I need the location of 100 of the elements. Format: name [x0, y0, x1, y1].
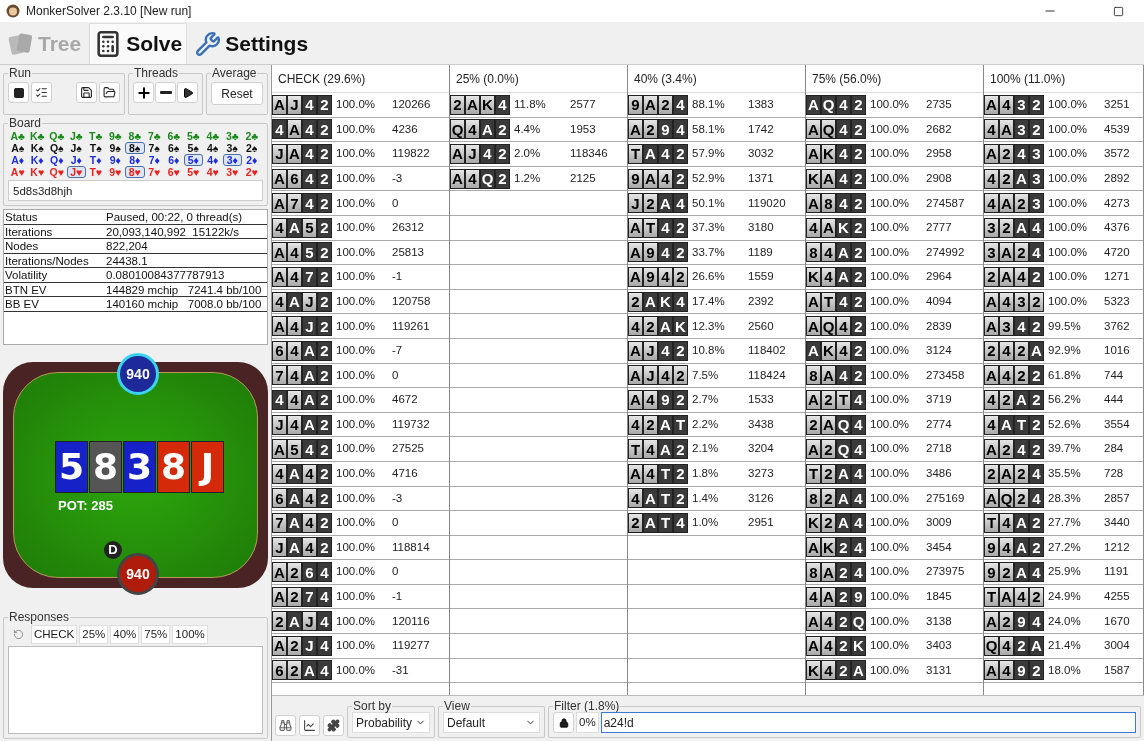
- undo-icon[interactable]: [13, 629, 24, 640]
- card: 2: [1014, 193, 1029, 214]
- board-card-toggle[interactable]: 2♥: [242, 166, 262, 178]
- board-input[interactable]: 5d8s3d8hjh: [8, 180, 263, 201]
- card: 4: [836, 193, 851, 214]
- response-button[interactable]: 25%: [79, 625, 109, 644]
- board-card-toggle[interactable]: 8♠: [125, 142, 145, 154]
- board-card-toggle[interactable]: A♠: [8, 142, 28, 154]
- board-card-toggle[interactable]: 5♠: [183, 142, 203, 154]
- board-card-toggle[interactable]: 6♥: [164, 166, 184, 178]
- frequency-cell-text: 100.0%: [1047, 146, 1088, 162]
- binoculars-button[interactable]: [275, 715, 296, 736]
- board-card-toggle[interactable]: 7♦: [144, 154, 164, 166]
- board-card-toggle[interactable]: T♠: [86, 142, 106, 154]
- reset-button[interactable]: Reset: [211, 82, 263, 105]
- board-card-toggle[interactable]: K♣: [27, 130, 47, 142]
- card: 4: [658, 144, 673, 164]
- board-card-toggle[interactable]: T♦: [86, 154, 106, 166]
- puzzle-button[interactable]: [323, 715, 344, 736]
- frequency-cell-text: 100.0%: [869, 466, 910, 482]
- board-card-toggle[interactable]: 9♥: [105, 166, 125, 178]
- chart-button[interactable]: [299, 715, 320, 736]
- board-card-toggle[interactable]: 3♦: [222, 154, 242, 166]
- card: A: [628, 217, 643, 238]
- board-card-toggle[interactable]: 4♥: [203, 166, 223, 178]
- board-card-toggle[interactable]: T♣: [86, 130, 106, 142]
- frequency-cell-text: 2.0%: [513, 146, 542, 162]
- board-card-toggle[interactable]: Q♥: [47, 166, 67, 178]
- open-folder-button[interactable]: [99, 82, 120, 103]
- percent-button[interactable]: 0%: [576, 712, 599, 733]
- board-card-toggle[interactable]: 7♠: [144, 142, 164, 154]
- board-card-toggle[interactable]: A♦: [8, 154, 28, 166]
- board-card-toggle[interactable]: 3♥: [222, 166, 242, 178]
- board-card-toggle[interactable]: 4♣: [203, 130, 223, 142]
- board-card-toggle[interactable]: 6♦: [164, 154, 184, 166]
- response-button[interactable]: 75%: [141, 625, 171, 644]
- board-card-toggle[interactable]: 8♦: [125, 154, 145, 166]
- board-card-toggle[interactable]: Q♠: [47, 142, 67, 154]
- board-card-toggle[interactable]: 3♠: [222, 142, 242, 154]
- card: 4: [287, 414, 302, 435]
- card: A: [836, 512, 851, 533]
- board-card-toggle[interactable]: Q♦: [47, 154, 67, 166]
- card: A: [287, 217, 302, 238]
- board-card-toggle[interactable]: 9♠: [105, 142, 125, 154]
- board-card-toggle[interactable]: 5♥: [183, 166, 203, 178]
- tab[interactable]: Settings: [191, 23, 313, 64]
- board-card-toggle[interactable]: K♠: [27, 142, 47, 154]
- board-card-toggle[interactable]: 2♦: [242, 154, 262, 166]
- card: A: [1014, 512, 1029, 533]
- board-card-toggle[interactable]: 6♣: [164, 130, 184, 142]
- remove-thread-button[interactable]: [155, 82, 176, 103]
- board-card-toggle[interactable]: 6♠: [164, 142, 184, 154]
- card: T: [673, 414, 688, 435]
- frequency-cell-text: 100.0%: [1047, 269, 1088, 285]
- board-card-toggle[interactable]: 3♣: [222, 130, 242, 142]
- response-button[interactable]: 100%: [172, 625, 208, 644]
- board-card-toggle[interactable]: 9♦: [105, 154, 125, 166]
- board-card-toggle[interactable]: 2♠: [242, 142, 262, 154]
- frequency-cell-text: 100.0%: [1047, 170, 1088, 186]
- stop-button[interactable]: [8, 82, 29, 103]
- board-card-toggle[interactable]: 8♣: [125, 130, 145, 142]
- board-card-toggle[interactable]: 7♥: [144, 166, 164, 178]
- board-card-toggle[interactable]: A♣: [8, 130, 28, 142]
- board-card-toggle[interactable]: 5♣: [183, 130, 203, 142]
- lock-button[interactable]: [553, 712, 574, 733]
- frequency-cell-text: 100.0%: [1047, 244, 1088, 260]
- card: 2: [999, 439, 1014, 460]
- card: A: [806, 94, 821, 115]
- board-card-toggle[interactable]: Q♣: [47, 130, 67, 142]
- board-card-toggle[interactable]: J♥: [66, 166, 86, 178]
- response-button[interactable]: CHECK: [31, 625, 78, 644]
- board-card-toggle[interactable]: K♥: [27, 166, 47, 178]
- board-card-toggle[interactable]: T♥: [86, 166, 106, 178]
- ev-cell-text: 4273: [1103, 195, 1130, 211]
- stat-label: Iterations/Nodes: [4, 253, 90, 267]
- board-card-toggle[interactable]: J♦: [66, 154, 86, 166]
- view-dropdown[interactable]: Default: [443, 712, 540, 733]
- board-card-toggle[interactable]: K♦: [27, 154, 47, 166]
- response-button[interactable]: 40%: [110, 625, 140, 644]
- add-thread-button[interactable]: [133, 82, 154, 103]
- card: 2: [1029, 291, 1044, 312]
- play-button[interactable]: [177, 82, 198, 103]
- sort-dropdown[interactable]: Probability: [352, 712, 430, 733]
- save-button[interactable]: [76, 82, 97, 103]
- board-card-toggle[interactable]: 2♣: [242, 130, 262, 142]
- board-card-toggle[interactable]: 9♣: [105, 130, 125, 142]
- maximize-icon[interactable]: [1113, 5, 1124, 17]
- board-card-toggle[interactable]: 7♣: [144, 130, 164, 142]
- filter-input[interactable]: a24!d: [600, 712, 1136, 733]
- board-card-toggle[interactable]: 4♠: [203, 142, 223, 154]
- ev-cell-text: 4720: [1103, 244, 1130, 260]
- card: 7: [272, 512, 287, 533]
- board-card-toggle[interactable]: 4♦: [203, 154, 223, 166]
- board-card-toggle[interactable]: A♥: [8, 166, 28, 178]
- tab[interactable]: Solve: [89, 23, 188, 64]
- board-card-toggle[interactable]: 8♥: [125, 166, 145, 178]
- board-card-toggle[interactable]: 5♦: [183, 154, 203, 166]
- list-button[interactable]: [31, 82, 52, 103]
- board-card-toggle[interactable]: J♠: [66, 142, 86, 154]
- board-card-toggle[interactable]: J♣: [66, 130, 86, 142]
